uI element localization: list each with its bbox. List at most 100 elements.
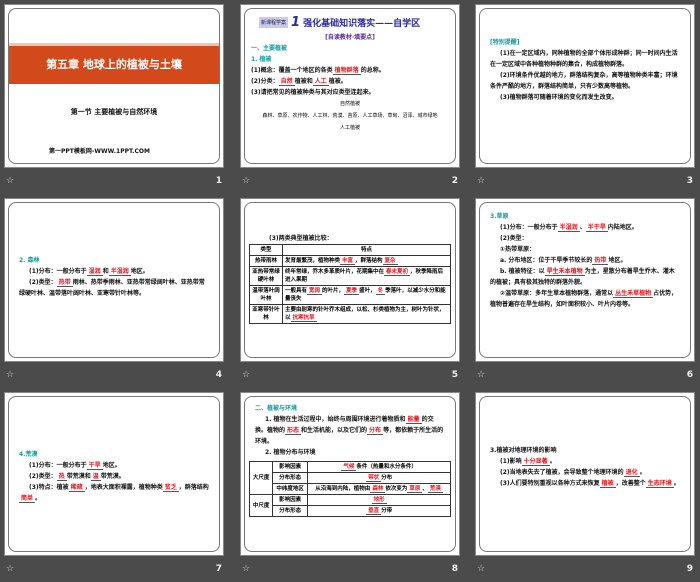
slide-number: 9 (686, 564, 693, 574)
slide-number: 6 (686, 370, 693, 380)
logo: 新课程学案 (259, 17, 289, 28)
answer-blank: 热带 (592, 257, 609, 265)
slide-thumbnail-5[interactable]: (3)两类典型植被比较： 类型 特点 热带雨林 发育最繁茂，植物种类 丰富 ，群落结构 复杂亚… (240, 198, 462, 388)
row-label: 分布形态 (272, 472, 309, 484)
tag: [自读教材·填要点] (325, 34, 375, 41)
row-value: 地形 (307, 494, 451, 506)
slide-thumbnail-3[interactable]: [特别提醒] (1)在一定区域内，同种植物的全部个体形成种群；同一时间内生活在一定… (475, 4, 697, 194)
star-icon: ☆ (6, 370, 15, 380)
slide-thumbnail-6[interactable]: 3.草原 (1)分布：一般分布于 半湿润、半干旱 内陆地区。 (2)类型： ①热带草原： a… (475, 198, 697, 388)
paragraph: 一、主要植被 (251, 43, 449, 54)
slide-thumbnail-2[interactable]: 新课程学案 1 强化基础知识落实——自学区 [自读教材·填要点] 一、主要植被 1. 植被… (240, 4, 462, 194)
row-value: 垂直 分带 (307, 505, 451, 517)
paragraph: (1)分布：一般分布于 干旱 地区。 (19, 460, 209, 471)
text-segment: 带荒漠和 (66, 473, 91, 480)
text-segment: 终年常绿，乔木多革质叶片，花期集中在 (285, 269, 385, 275)
text-segment: 条件（热量和水分条件） (356, 464, 417, 470)
paragraph: 2. 植物分布与环境 (255, 447, 445, 458)
answer-blank: 抗寒抗旱 (290, 315, 317, 322)
slide-thumbnail-9[interactable]: 3.植被对地理环境的影响 (1)影响 十分显著。 (2)当地表失去了植被，会导致整个地… (475, 392, 697, 582)
text-segment: (2)类型： (29, 473, 57, 480)
slide-number: 1 (215, 176, 222, 186)
text-segment: ，群落结构 (178, 484, 209, 491)
site-text: 第一PPT模板网-WWW.1PPT.COM (49, 148, 150, 155)
slide-frame: 3.植被对地理环境的影响 (1)影响 十分显著。 (2)当地表失去了植被，会导致整个地… (479, 396, 691, 552)
paragraph: (2)当地表失去了植被，会导致整个地理环境的 退化。 (490, 467, 680, 478)
table-row: 分布形态 垂直 分带 (250, 505, 451, 517)
star-icon: ☆ (6, 564, 15, 574)
slide-frame: 3.草原 (1)分布：一般分布于 半湿润、半干旱 内陆地区。 (2)类型： ①热带草原： a… (479, 202, 691, 358)
answer-blank: 丰富 (340, 258, 356, 265)
row-features: 主要由耐寒的针叶乔木组成，以松、杉类植物为主，树叶为针状，以 抗寒抗旱 (282, 304, 451, 324)
text-segment: (1)概念：覆盖一个地区的各类 (251, 67, 333, 74)
paragraph: 1. 植物在生活过程中，始终与周围环境进行着物质和 能量 的交换。植物的 形态 和生活机… (255, 414, 445, 447)
content: 一、主要植被 1. 植被 (1)概念：覆盖一个地区的各类 植物群落 的总称。 (2)分类：… (245, 43, 455, 98)
table-row: 温带落叶阔叶林 一般具有 宽阔 的叶片， 夏季 盛叶，冬季落叶，以减少水分和能量丧失 (249, 285, 451, 305)
row-type: 亚热带常绿硬叶林 (249, 266, 283, 286)
content: 4.荒漠 (1)分布：一般分布于 干旱 地区。 (2)类型：热带荒漠和温带荒漠。 (3)特… (13, 449, 215, 504)
answer-blank: 冬 (375, 288, 386, 295)
text-segment: 的叶片， (322, 288, 345, 294)
text-segment: (1)分布：一般分布于 (29, 268, 87, 275)
paragraph: (2)类型： 热带 雨林、热带季雨林、亚热带常绿阔叶林、亚热带常绿硬叶林、温带落叶阔… (19, 277, 209, 299)
answer-blank: 丛生禾草植物 (613, 290, 654, 298)
slide-number: 3 (686, 176, 693, 186)
star-icon: ☆ (477, 370, 486, 380)
comparison-table: 类型 特点 热带雨林 发育最繁茂，植物种类 丰富 ，群落结构 复杂 亚热带常绿硬叶林 终年常绿，… (249, 244, 451, 324)
paragraph: 3.植被对地理环境的影响 (490, 445, 680, 456)
text-segment: 、 (579, 224, 586, 231)
text-segment: 4.荒漠 (19, 451, 38, 458)
answer-blank: 半湿润 (108, 268, 131, 276)
slide-number: 8 (451, 564, 458, 574)
answer-blank: 自然 (278, 78, 295, 86)
paragraph: [特别提醒] (490, 37, 680, 48)
text-segment: (3)人们要特别重视以各种方式来恢复 (500, 480, 600, 487)
text-segment: 盛叶， (359, 288, 376, 294)
text-segment: (1)在一定区域内，同种植物的全部个体形成种群；同一时间内生活在一定区域中各种植… (490, 50, 678, 68)
slide-frame: 4.荒漠 (1)分布：一般分布于 干旱 地区。 (2)类型：热带荒漠和温带荒漠。 (3)特… (8, 396, 220, 552)
slide-thumbnail-1[interactable]: 第五章 地球上的植被与土壤 第一节 主要植被与自然环境 第一PPT模板网-WWW.1… (4, 4, 226, 194)
text-segment: ，群落结构 (355, 258, 383, 264)
slide-frame: [特别提醒] (1)在一定区域内，同种植物的全部个体形成种群；同一时间内生活在一定… (479, 8, 691, 164)
paragraph: ②温带草原：多年生草本植物群落，通常以 丛生禾草植物 占优势，植物普遍存在旱生结构，… (490, 288, 680, 310)
text-segment: 和生活机能，以及它们的 (301, 427, 368, 434)
slide-number: 7 (215, 564, 222, 574)
paragraph: 3.草原 (490, 211, 680, 222)
answer-blank: 宽阔 (307, 288, 323, 295)
paragraph: (1)分布：一般分布于 半湿润、半干旱 内陆地区。 (490, 222, 680, 233)
answer-blank: 植被 (599, 480, 616, 488)
star-icon: ☆ (242, 564, 251, 574)
text-segment: [特别提醒] (490, 39, 520, 46)
row-type: 亚寒带针叶林 (249, 304, 283, 324)
slide-thumbnail-8[interactable]: 二、植被与环境 1. 植物在生活过程中，始终与周围环境进行着物质和 能量 的交换。植物… (240, 392, 462, 582)
text-segment: 2. 植物分布与环境 (265, 449, 316, 456)
row-features: 终年常绿，乔木多革质叶片，花期集中在 春末夏初 ，秋季降雨后进入果期 (282, 266, 451, 286)
slide: 4.荒漠 (1)分布：一般分布于 干旱 地区。 (2)类型：热带荒漠和温带荒漠。 (3)特… (4, 392, 224, 556)
content: 2. 森林 (1)分布：一般分布于 湿润和半湿润 地区。 (2)类型： 热带 雨林、热带季雨… (13, 255, 215, 299)
text-segment: 的总称。 (360, 67, 385, 74)
slide: (3)两类典型植被比较： 类型 特点 热带雨林 发育最繁茂，植物种类 丰富 ，群落结构 复杂亚… (240, 198, 460, 362)
paragraph: (2)类型：热带荒漠和温带荒漠。 (19, 471, 209, 482)
text-segment: 3.草原 (490, 213, 509, 220)
slide-thumbnail-4[interactable]: 2. 森林 (1)分布：一般分布于 湿润和半湿润 地区。 (2)类型： 热带 雨林、热带季雨… (4, 198, 226, 388)
paragraph: (3)请把常见的植被种类与其对应类型连起来。 (251, 87, 449, 98)
star-icon: ☆ (477, 176, 486, 186)
answer-blank: 半湿润 (557, 224, 580, 232)
distribution-table: 大尺度 影响因素 气候 条件（热量和水分条件） 分布形态 带状 分布 中纬度地区 从沿海到内陆，… (248, 461, 451, 517)
answer-blank: 人工 (312, 78, 329, 86)
row-label: 分布形态 (272, 505, 309, 517)
text-segment: 1. 植物在生活过程中，始终与周围环境进行着物质和 (265, 416, 406, 423)
text-segment: ②温带草原：多年生草本植物群落，通常以 (500, 290, 614, 297)
paragraph: (1)分布：一般分布于 湿润和半湿润 地区。 (19, 266, 209, 277)
paragraph: (3)植物群落可随着环境的变化而发生改变。 (490, 92, 680, 103)
answer-blank: 气候 (341, 464, 357, 471)
text-segment: 地区。 (130, 268, 149, 275)
star-icon: ☆ (477, 564, 486, 574)
row-type: 热带雨林 (249, 255, 283, 267)
slide-frame: 新课程学案 1 强化基础知识落实——自学区 [自读教材·填要点] 一、主要植被 1. 植被… (244, 8, 456, 164)
answer-blank: 植物群落 (332, 67, 361, 75)
slide-thumbnail-7[interactable]: 4.荒漠 (1)分布：一般分布于 干旱 地区。 (2)类型：热带荒漠和温带荒漠。 (3)特… (4, 392, 226, 582)
text-segment: 分布 (381, 475, 393, 481)
row-value: 带状 分布 (307, 472, 451, 484)
table-row: 热带雨林 发育最繁茂，植物种类 丰富 ，群落结构 复杂 (249, 255, 451, 267)
